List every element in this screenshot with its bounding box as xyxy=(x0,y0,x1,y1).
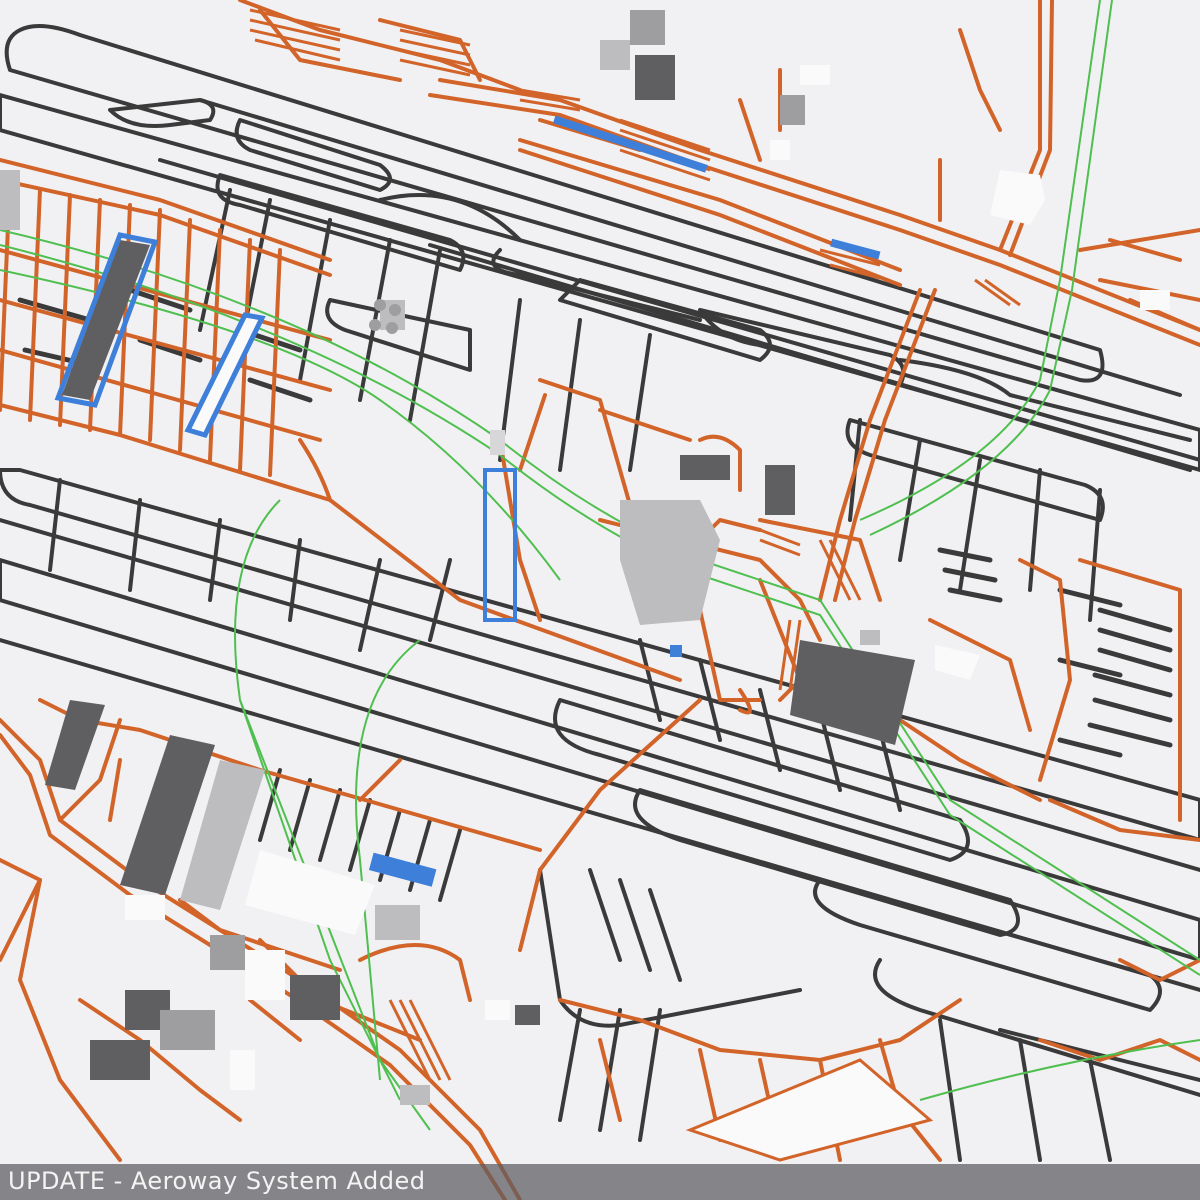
service-road xyxy=(358,758,402,802)
service-road xyxy=(18,878,122,1162)
hangar xyxy=(765,465,795,515)
rail-line xyxy=(869,0,1113,536)
building xyxy=(860,630,880,645)
building xyxy=(635,55,675,100)
building xyxy=(160,1010,215,1050)
rail-lines xyxy=(0,0,1200,1131)
parking-road xyxy=(1108,238,1182,262)
fuel-tank xyxy=(389,304,401,316)
service-road xyxy=(178,218,192,452)
taxiway-block xyxy=(234,118,392,192)
taxiway-block xyxy=(845,418,1105,522)
taxiway xyxy=(298,218,332,382)
taxiway xyxy=(408,248,442,422)
taxiway-block xyxy=(633,788,1020,937)
tower xyxy=(490,430,505,455)
building xyxy=(230,1050,255,1090)
rail-line xyxy=(0,229,1200,961)
building xyxy=(515,1005,540,1025)
fuel-tank xyxy=(374,299,386,311)
building xyxy=(485,1000,510,1020)
building xyxy=(90,1040,150,1080)
taxiway xyxy=(758,688,782,772)
terminal-annex xyxy=(680,455,730,480)
building xyxy=(800,65,830,85)
building xyxy=(630,10,665,45)
taxiway xyxy=(618,878,652,972)
taxiway xyxy=(318,788,342,862)
cargo-road xyxy=(928,618,1032,732)
taxiway xyxy=(48,478,62,572)
building xyxy=(770,140,790,160)
parking-road xyxy=(738,98,762,162)
caption-text: UPDATE - Aeroway System Added xyxy=(8,1167,426,1195)
taxiway xyxy=(428,558,452,642)
taxiway xyxy=(128,498,142,592)
access-road xyxy=(958,28,1002,132)
fuel-tank xyxy=(386,322,398,334)
taxiway-block xyxy=(873,958,1200,1097)
taxiway xyxy=(1088,1058,1112,1162)
cargo-building xyxy=(935,645,980,680)
airport-map xyxy=(0,0,1200,1200)
main-road xyxy=(428,93,1200,347)
taxiway xyxy=(1018,1038,1042,1162)
taxiway xyxy=(288,778,312,852)
service-road xyxy=(358,943,472,1002)
building xyxy=(290,975,340,1020)
building xyxy=(125,895,165,920)
taxiway xyxy=(628,333,652,472)
taxiway xyxy=(558,318,582,472)
terminal-road xyxy=(598,408,692,442)
water-feature xyxy=(830,238,881,260)
cargo-road xyxy=(1018,558,1072,782)
main-terminal xyxy=(620,500,720,625)
concourse-white xyxy=(184,312,266,438)
building xyxy=(375,905,420,940)
building xyxy=(400,1085,430,1105)
terminal-lower xyxy=(685,1058,934,1162)
taxiway xyxy=(588,868,622,962)
taxiway xyxy=(438,828,462,902)
water-feature xyxy=(670,645,682,657)
terminal-road xyxy=(758,518,882,602)
taxiway xyxy=(558,1008,582,1122)
warehouse-white xyxy=(245,850,375,935)
service-road xyxy=(0,403,332,502)
buildings xyxy=(0,10,1170,1162)
building xyxy=(210,935,245,970)
taxiway xyxy=(638,1008,662,1142)
terminal-cross xyxy=(990,170,1045,225)
taxiway xyxy=(1028,468,1042,592)
taxiway xyxy=(158,158,1200,462)
map-scene: UPDATE - Aeroway System Added xyxy=(0,0,1200,1200)
building xyxy=(780,95,805,125)
warehouse xyxy=(45,700,105,790)
building xyxy=(245,950,285,1000)
terminal-building xyxy=(0,170,20,230)
building xyxy=(1140,290,1170,310)
taxiway xyxy=(648,888,682,982)
service-road xyxy=(108,758,122,822)
fuel-tank xyxy=(369,319,381,331)
service-road xyxy=(268,248,282,477)
building xyxy=(600,40,630,70)
caption-bar: UPDATE - Aeroway System Added xyxy=(0,1164,1200,1200)
taxiway-block xyxy=(813,878,1162,1012)
